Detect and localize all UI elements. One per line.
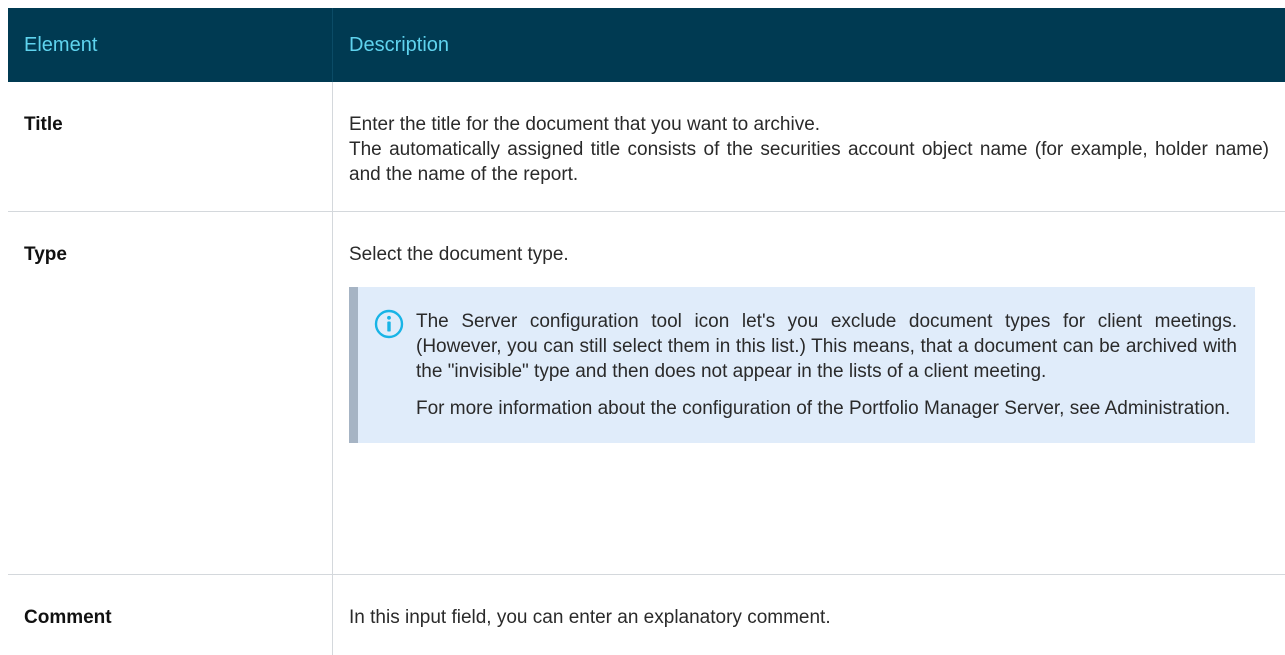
note-paragraph: For more information about the configura… <box>416 398 1231 419</box>
table-row: Title Enter the title for the document t… <box>8 82 1285 212</box>
element-name: Title <box>8 82 333 211</box>
description-line: Enter the title for the document that yo… <box>349 114 821 135</box>
element-description: Select the document type. The Server con… <box>333 212 1285 574</box>
description-line: The automatically assigned title consist… <box>349 139 1269 185</box>
element-name: Type <box>8 212 333 574</box>
element-description: Enter the title for the document that yo… <box>333 82 1285 211</box>
description-line: In this input field, you can enter an ex… <box>349 607 831 628</box>
element-name: Comment <box>8 575 333 655</box>
info-icon <box>374 309 404 339</box>
element-description: In this input field, you can enter an ex… <box>333 575 1285 655</box>
table-row: Type Select the document type. The Serve… <box>8 212 1285 575</box>
header-element: Element <box>8 8 333 82</box>
table-header: Element Description <box>8 8 1285 82</box>
header-description: Description <box>349 33 450 56</box>
element-description-table: Element Description Title Enter the titl… <box>8 8 1285 655</box>
note-body: The Server configuration tool icon let's… <box>416 309 1237 421</box>
description-line: Select the document type. <box>349 244 569 265</box>
table-row: Comment In this input field, you can ent… <box>8 575 1285 655</box>
info-note: The Server configuration tool icon let's… <box>349 287 1255 443</box>
note-paragraph: The Server configuration tool icon let's… <box>416 311 1237 382</box>
